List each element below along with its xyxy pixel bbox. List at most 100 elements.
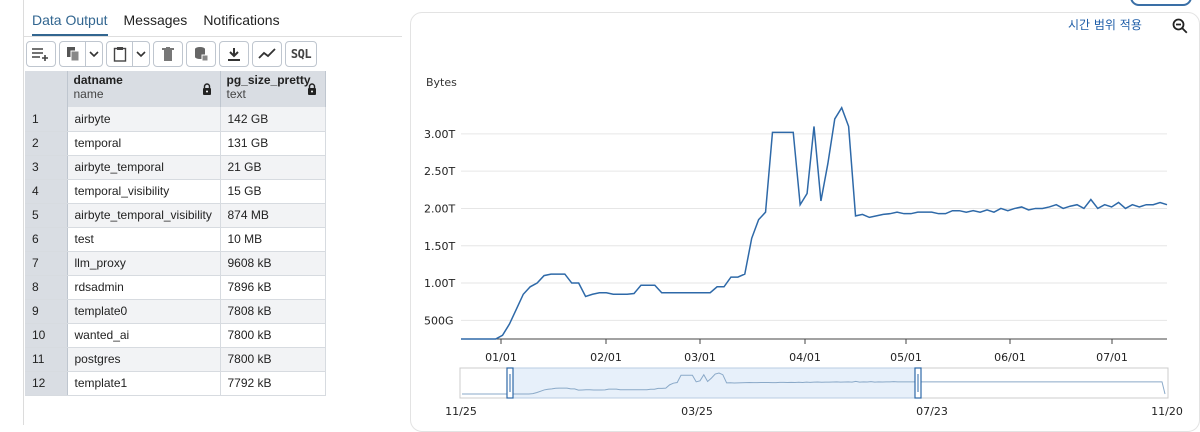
lock-icon <box>202 83 212 98</box>
cell-datname[interactable]: llm_proxy <box>67 251 221 276</box>
table-row[interactable]: 6 test 10 MB <box>25 227 326 252</box>
cell-pg-size-pretty[interactable]: 7808 kB <box>220 299 326 324</box>
row-number-header <box>25 71 68 107</box>
download-icon <box>228 48 240 61</box>
table-row[interactable]: 8 rdsadmin 7896 kB <box>25 275 326 300</box>
y-tick-label: 1.50T <box>424 240 455 253</box>
delete-row-button[interactable] <box>153 41 183 67</box>
row-number: 9 <box>25 299 68 324</box>
sql-button[interactable]: SQL <box>285 41 317 67</box>
results-tabs: Data Output Messages Notifications <box>32 12 296 36</box>
cell-datname[interactable]: airbyte_temporal_visibility <box>67 203 221 228</box>
row-number: 2 <box>25 131 68 156</box>
cell-datname[interactable]: postgres <box>67 347 221 372</box>
navigator-tick-label: 07/23 <box>916 405 948 418</box>
graph-visualiser-button[interactable] <box>252 41 282 67</box>
cell-datname[interactable]: rdsadmin <box>67 275 221 300</box>
column-type: name <box>73 87 104 101</box>
cell-pg-size-pretty[interactable]: 15 GB <box>220 179 326 204</box>
cell-datname[interactable]: template1 <box>67 371 221 396</box>
copy-options-dropdown[interactable] <box>86 42 102 66</box>
column-type: text <box>226 87 246 101</box>
table-row[interactable]: 3 airbyte_temporal 21 GB <box>25 155 326 180</box>
cell-pg-size-pretty[interactable]: 10 MB <box>220 227 326 252</box>
row-number: 12 <box>25 371 68 396</box>
graph-icon <box>258 48 276 59</box>
table-row[interactable]: 2 temporal 131 GB <box>25 131 326 156</box>
table-row[interactable]: 11 postgres 7800 kB <box>25 347 326 372</box>
paste-options-dropdown[interactable] <box>133 42 149 66</box>
y-tick-label: 2.00T <box>424 202 455 215</box>
tabs-divider <box>24 36 402 37</box>
table-row[interactable]: 9 template0 7808 kB <box>25 299 326 324</box>
download-button[interactable] <box>219 41 249 67</box>
x-tick-label: 03/01 <box>684 351 716 364</box>
navigator-selection <box>509 367 919 399</box>
row-number: 4 <box>25 179 68 204</box>
column-header-datname[interactable]: datname name <box>67 71 221 107</box>
cell-datname[interactable]: temporal_visibility <box>67 179 221 204</box>
table-row[interactable]: 10 wanted_ai 7800 kB <box>25 323 326 348</box>
cell-pg-size-pretty[interactable]: 7800 kB <box>220 347 326 372</box>
row-number: 5 <box>25 203 68 228</box>
copy-button[interactable] <box>60 42 86 66</box>
x-tick-label: 05/01 <box>890 351 922 364</box>
y-tick-label: 500G <box>424 314 454 327</box>
navigator-tick-label: 11/20 <box>1151 405 1183 418</box>
x-tick-label: 02/01 <box>590 351 622 364</box>
save-data-icon <box>195 47 209 62</box>
navigator-tick-label: 03/25 <box>681 405 713 418</box>
row-number: 3 <box>25 155 68 180</box>
tab-messages[interactable]: Messages <box>124 12 188 36</box>
x-tick-label: 01/01 <box>485 351 517 364</box>
y-tick-label: 3.00T <box>424 128 455 141</box>
x-tick-label: 07/01 <box>1096 351 1128 364</box>
save-data-button[interactable] <box>186 41 216 67</box>
paste-button[interactable] <box>107 42 133 66</box>
cell-datname[interactable]: template0 <box>67 299 221 324</box>
cell-pg-size-pretty[interactable]: 7792 kB <box>220 371 326 396</box>
row-number: 6 <box>25 227 68 252</box>
tab-data-output[interactable]: Data Output <box>32 12 108 36</box>
pill-button[interactable] <box>1130 0 1192 6</box>
tab-notifications[interactable]: Notifications <box>203 12 279 36</box>
cell-datname[interactable]: temporal <box>67 131 221 156</box>
row-number: 11 <box>25 347 68 372</box>
x-tick-label: 04/01 <box>789 351 821 364</box>
cell-datname[interactable]: test <box>67 227 221 252</box>
copy-icon <box>66 47 79 62</box>
lock-icon <box>307 83 317 98</box>
navigator-tick-label: 11/25 <box>445 405 477 418</box>
cell-pg-size-pretty[interactable]: 7800 kB <box>220 323 326 348</box>
series-line <box>461 106 1168 340</box>
results-toolbar: SQL <box>26 39 317 69</box>
y-tick-label: 2.50T <box>424 165 455 178</box>
table-row[interactable]: 12 template1 7792 kB <box>25 371 326 396</box>
cell-datname[interactable]: airbyte <box>67 107 221 132</box>
chevron-down-icon <box>136 51 146 58</box>
apply-time-range-link[interactable]: 시간 범위 적용 <box>1068 16 1142 33</box>
cell-datname[interactable]: airbyte_temporal <box>67 155 221 180</box>
add-row-icon <box>32 48 48 61</box>
table-row[interactable]: 7 llm_proxy 9608 kB <box>25 251 326 276</box>
zoom-out-icon <box>1172 18 1188 34</box>
chevron-down-icon <box>89 51 99 58</box>
cell-datname[interactable]: wanted_ai <box>67 323 221 348</box>
cell-pg-size-pretty[interactable]: 131 GB <box>220 131 326 156</box>
column-header-pg-size-pretty[interactable]: pg_size_pretty text <box>220 71 326 107</box>
cell-pg-size-pretty[interactable]: 9608 kB <box>220 251 326 276</box>
y-tick-label: 1.00T <box>424 277 455 290</box>
table-header-row: datname name pg_size_pretty text <box>25 71 326 107</box>
table-row[interactable]: 5 airbyte_temporal_visibility 874 MB <box>25 203 326 228</box>
paste-button-group <box>106 41 150 67</box>
paste-icon <box>113 47 126 62</box>
cell-pg-size-pretty[interactable]: 142 GB <box>220 107 326 132</box>
size-line-chart[interactable]: Bytes 500G 1.00T 1.50T 2.00T 2.50T 3.00T 01/01 0… <box>410 60 1190 422</box>
zoom-out-button[interactable] <box>1172 18 1188 39</box>
cell-pg-size-pretty[interactable]: 21 GB <box>220 155 326 180</box>
cell-pg-size-pretty[interactable]: 7896 kB <box>220 275 326 300</box>
table-row[interactable]: 4 temporal_visibility 15 GB <box>25 179 326 204</box>
cell-pg-size-pretty[interactable]: 874 MB <box>220 203 326 228</box>
add-row-button[interactable] <box>26 41 56 67</box>
table-row[interactable]: 1 airbyte 142 GB <box>25 107 326 132</box>
